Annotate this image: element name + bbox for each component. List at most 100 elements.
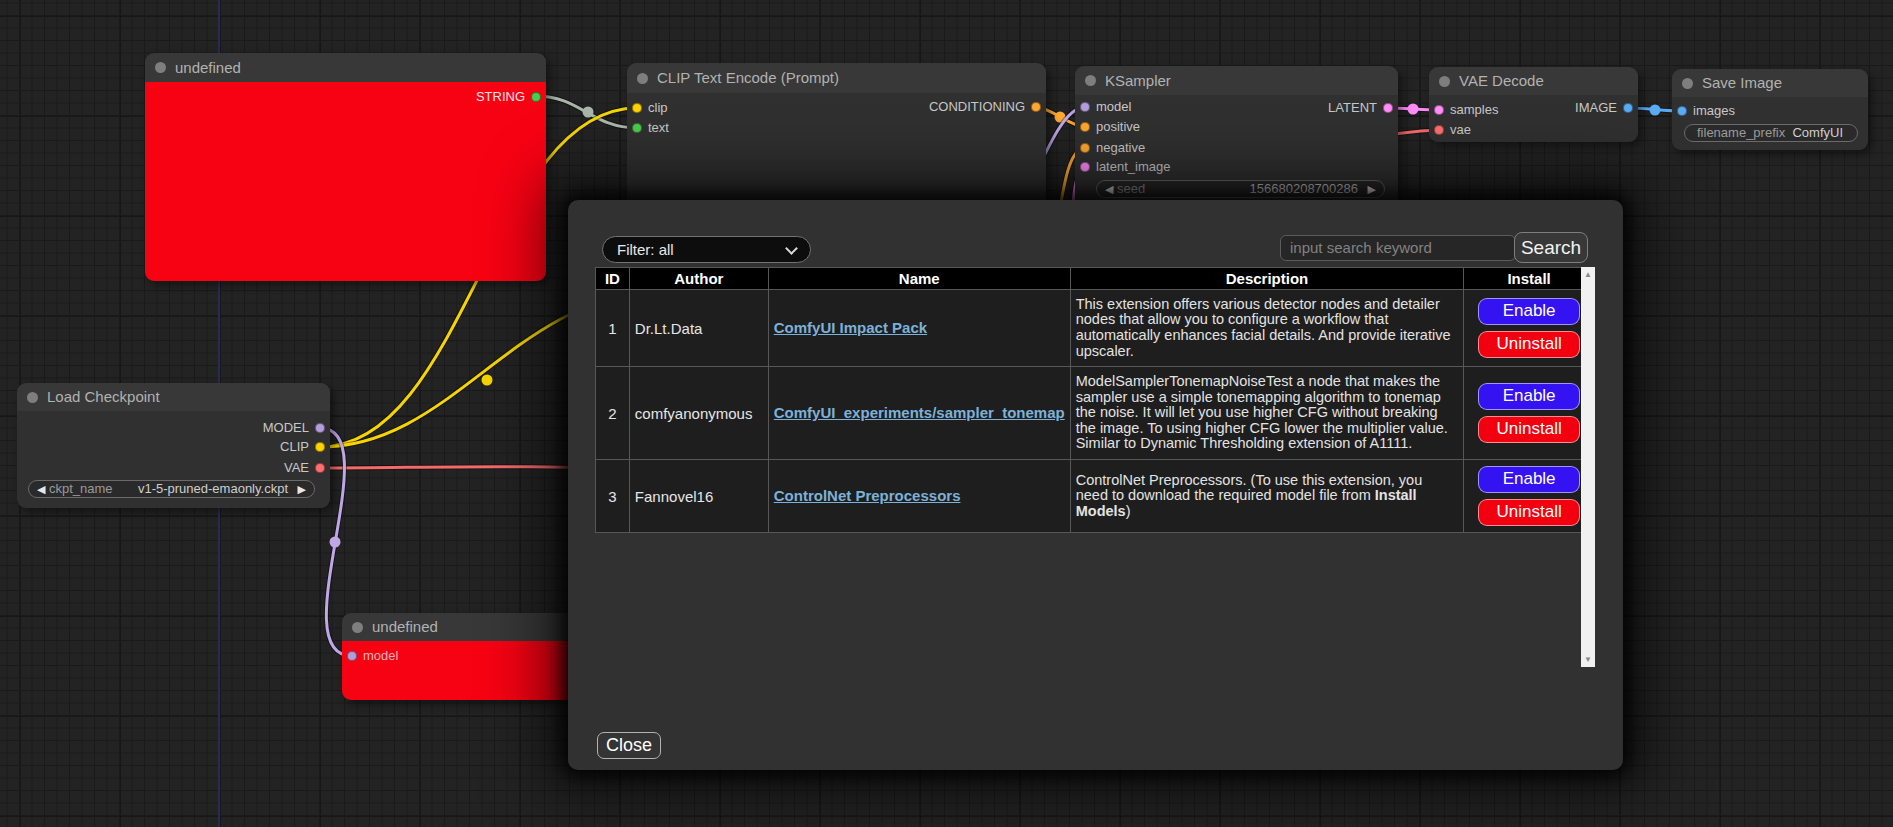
extension-link[interactable]: ControlNet Preprocessors (774, 487, 961, 504)
input-port-samples[interactable] (1434, 105, 1444, 115)
node-title: undefined (372, 618, 438, 635)
node-collapse-dot-icon[interactable] (352, 622, 363, 633)
input-port-model[interactable] (1080, 102, 1090, 112)
node-title: CLIP Text Encode (Prompt) (657, 69, 839, 86)
input-label-model: model (1096, 99, 1131, 114)
extension-description: ModelSamplerTonemapNoiseTest a node that… (1070, 367, 1464, 460)
extension-manager-dialog: Filter: all input search keyword Search … (568, 200, 1623, 770)
node-collapse-dot-icon[interactable] (1085, 75, 1096, 86)
node-collapse-dot-icon[interactable] (155, 62, 166, 73)
input-label-negative: negative (1096, 140, 1145, 155)
extension-link[interactable]: ComfyUI Impact Pack (774, 319, 927, 336)
node-save-image[interactable]: Save Image images filename_prefix ComfyUI (1672, 69, 1868, 150)
output-port-STRING[interactable] (531, 92, 541, 102)
node-title: Load Checkpoint (47, 388, 160, 405)
node-body (145, 82, 546, 281)
search-input[interactable]: input search keyword (1280, 235, 1516, 261)
output-port-MODEL[interactable] (315, 423, 325, 433)
column-header-id: ID (596, 268, 630, 290)
output-port-VAE[interactable] (315, 463, 325, 473)
column-header-name: Name (768, 268, 1070, 290)
enable-button[interactable]: Enable (1478, 298, 1580, 325)
widget-left-arrow-icon[interactable]: ◀ (1105, 181, 1113, 197)
input-port-clip[interactable] (632, 103, 642, 113)
node-title-bar[interactable]: VAE Decode (1429, 67, 1638, 95)
input-port-latent_image[interactable] (1080, 162, 1090, 172)
node-vae-decode[interactable]: VAE DecodesamplesvaeIMAGE (1429, 67, 1638, 142)
input-port-positive[interactable] (1080, 122, 1090, 132)
node-undefined-top[interactable]: undefinedSTRING (145, 53, 546, 281)
node-collapse-dot-icon[interactable] (637, 73, 648, 84)
output-port-CONDITIONING[interactable] (1031, 102, 1041, 112)
node-title-bar[interactable]: Load Checkpoint (17, 383, 330, 411)
widget-value: ComfyUI (1792, 125, 1843, 141)
extension-link[interactable]: ComfyUI_experiments/sampler_tonemap (774, 404, 1065, 421)
widget-value: v1-5-pruned-emaonly.ckpt (138, 481, 288, 497)
node-title: undefined (175, 59, 241, 76)
output-port-IMAGE[interactable] (1623, 103, 1633, 113)
node-collapse-dot-icon[interactable] (1439, 76, 1450, 87)
node-load-checkpoint[interactable]: Load CheckpointMODELCLIPVAE◀▶ckpt_namev1… (17, 383, 330, 508)
input-port-images[interactable] (1677, 106, 1687, 116)
search-button[interactable]: Search (1514, 232, 1588, 263)
extension-author: Dr.Lt.Data (629, 290, 768, 367)
extension-id: 3 (596, 460, 630, 533)
wire-dot-clip-to-hidden (482, 375, 493, 386)
desc-text: ModelSamplerTonemapNoiseTest a node that… (1076, 373, 1448, 451)
node-title-bar[interactable]: Save Image (1672, 69, 1868, 97)
column-header-description: Description (1070, 268, 1464, 290)
extension-author: comfyanonymous (629, 367, 768, 460)
widget-filename_prefix[interactable]: filename_prefix ComfyUI (1684, 124, 1858, 142)
node-collapse-dot-icon[interactable] (27, 392, 38, 403)
input-label-clip: clip (648, 100, 668, 115)
enable-button[interactable]: Enable (1478, 466, 1580, 493)
widget-label: filename_prefix (1697, 125, 1785, 141)
extension-id: 2 (596, 367, 630, 460)
extensions-table: IDAuthorNameDescriptionInstall 1Dr.Lt.Da… (595, 267, 1595, 533)
comfyui-canvas: undefinedSTRING CLIP Text Encode (Prompt)… (0, 0, 1893, 827)
input-port-negative[interactable] (1080, 143, 1090, 153)
desc-text: ControlNet Preprocessors. (To use this e… (1076, 472, 1423, 504)
uninstall-button[interactable]: Uninstall (1478, 499, 1580, 526)
output-port-LATENT[interactable] (1383, 103, 1393, 113)
input-label-latent_image: latent_image (1096, 159, 1170, 174)
input-port-vae[interactable] (1434, 125, 1444, 135)
extension-row: 3Fannovel16ControlNet PreprocessorsContr… (596, 460, 1595, 533)
column-header-author: Author (629, 268, 768, 290)
widget-value: 156680208700286 (1250, 181, 1358, 197)
input-port-text[interactable] (632, 123, 642, 133)
output-label-VAE: VAE (284, 460, 309, 475)
node-title-bar[interactable]: undefined (145, 53, 546, 82)
enable-button[interactable]: Enable (1478, 383, 1580, 410)
output-port-CLIP[interactable] (315, 442, 325, 452)
wire-dot-model-to-model (330, 537, 341, 548)
output-label-CLIP: CLIP (280, 439, 309, 454)
input-label-images: images (1693, 103, 1735, 118)
widget-label: ckpt_name (49, 481, 113, 497)
wire-dot-latent-to-samples (1408, 104, 1419, 115)
widget-ckpt_name[interactable]: ◀ ▶ ckpt_name v1-5-pruned-emaonly.ckpt (28, 480, 315, 498)
table-scrollbar[interactable]: ▲ ▼ (1581, 267, 1595, 667)
node-collapse-dot-icon[interactable] (1682, 78, 1693, 89)
widget-right-arrow-icon[interactable]: ▶ (1368, 181, 1376, 197)
desc-text: ) (1126, 503, 1131, 519)
node-title-bar[interactable]: CLIP Text Encode (Prompt) (627, 63, 1046, 93)
widget-seed[interactable]: ◀▶seed156680208700286 (1096, 180, 1385, 198)
filter-dropdown[interactable]: Filter: all (602, 236, 811, 263)
uninstall-button[interactable]: Uninstall (1478, 416, 1580, 443)
scrollbar-down-icon[interactable]: ▼ (1581, 655, 1595, 664)
input-label-positive: positive (1096, 119, 1140, 134)
node-title-bar[interactable]: KSampler (1075, 66, 1398, 95)
uninstall-button[interactable]: Uninstall (1478, 331, 1580, 358)
input-label-vae: vae (1450, 122, 1471, 137)
close-button[interactable]: Close (597, 732, 661, 759)
scrollbar-up-icon[interactable]: ▲ (1581, 270, 1595, 279)
extension-id: 1 (596, 290, 630, 367)
extension-row: 2comfyanonymous ComfyUI_experiments/sampl… (596, 367, 1595, 460)
widget-left-arrow-icon[interactable]: ◀ (37, 481, 45, 497)
input-label-model: model (363, 648, 398, 663)
desc-text: This extension offers various detector n… (1076, 296, 1451, 359)
extension-row: 1Dr.Lt.Data ComfyUI Impact Pack This exten… (596, 290, 1595, 367)
input-port-model[interactable] (347, 651, 357, 661)
widget-right-arrow-icon[interactable]: ▶ (298, 481, 306, 497)
